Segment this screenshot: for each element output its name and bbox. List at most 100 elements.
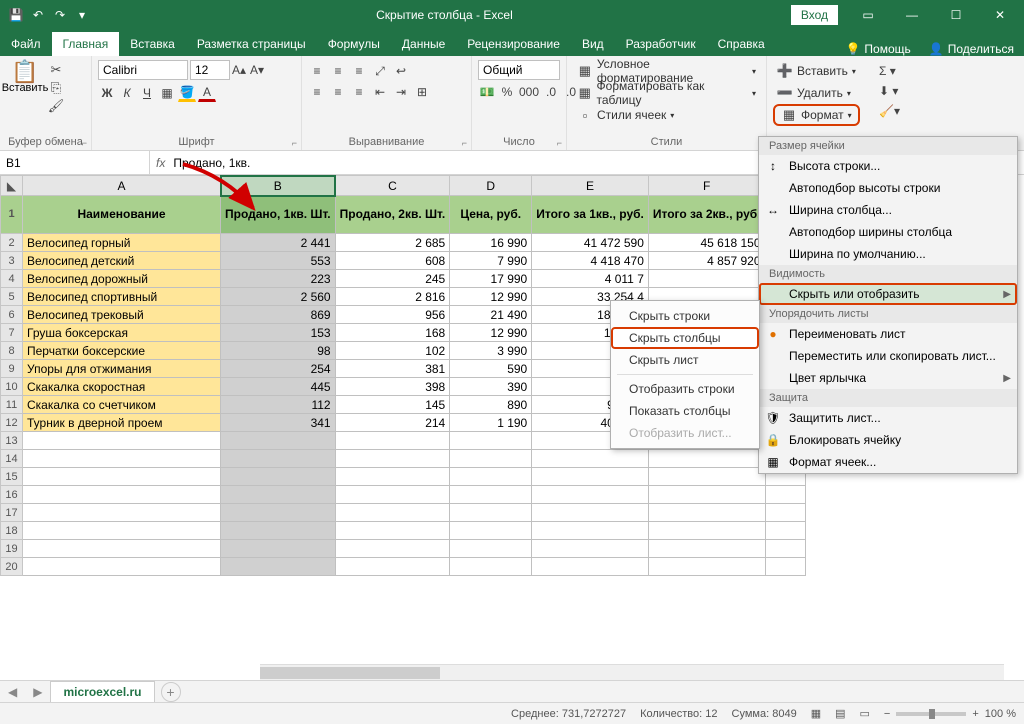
submenu-unhide-columns[interactable]: Показать столбцы — [611, 400, 759, 422]
ribbon-display-icon[interactable]: ▭ — [848, 1, 888, 29]
cell[interactable]: 16 990 — [450, 234, 532, 252]
cell[interactable]: Итого за 1кв., руб. — [532, 196, 649, 234]
cell[interactable]: 390 — [450, 378, 532, 396]
increase-indent-icon[interactable]: ⇥ — [392, 83, 410, 101]
orientation-icon[interactable]: ⤢ — [371, 62, 389, 80]
align-bottom-icon[interactable]: ≡ — [350, 62, 368, 80]
formula-bar[interactable]: Продано, 1кв. — [173, 156, 250, 170]
menu-protect-sheet[interactable]: 🛡Защитить лист... — [759, 407, 1017, 429]
col-header-d[interactable]: D — [450, 176, 532, 196]
cell[interactable]: 341 — [221, 414, 336, 432]
menu-tab-color[interactable]: Цвет ярлычка▶ — [759, 367, 1017, 389]
cell[interactable] — [23, 522, 221, 540]
tab-file[interactable]: Файл — [0, 32, 52, 56]
cell-styles-button[interactable]: ▫Стили ячеек▾ — [573, 104, 678, 126]
cell[interactable] — [221, 558, 336, 576]
cell[interactable] — [335, 504, 450, 522]
underline-button[interactable]: Ч — [138, 84, 156, 102]
cell[interactable]: Турник в дверной проем — [23, 414, 221, 432]
cell[interactable]: 1 190 — [450, 414, 532, 432]
cell[interactable]: 45 618 150 — [648, 234, 765, 252]
cell[interactable]: 4 418 470 — [532, 252, 649, 270]
row-header[interactable]: 19 — [1, 540, 23, 558]
view-normal-icon[interactable]: ▦ — [811, 707, 821, 720]
fill-icon[interactable]: ⬇ ▾ — [878, 82, 899, 100]
cell[interactable] — [221, 432, 336, 450]
cell[interactable]: 2 560 — [221, 288, 336, 306]
row-header[interactable]: 12 — [1, 414, 23, 432]
format-painter-icon[interactable]: 🖌 — [48, 98, 64, 114]
menu-autofit-col[interactable]: Автоподбор ширины столбца — [759, 221, 1017, 243]
fx-icon[interactable]: fx — [156, 156, 165, 170]
row-header[interactable]: 3 — [1, 252, 23, 270]
cell[interactable] — [648, 468, 765, 486]
cell[interactable]: 223 — [221, 270, 336, 288]
cell[interactable]: 4 857 920 — [648, 252, 765, 270]
percent-icon[interactable]: % — [498, 83, 516, 101]
menu-lock-cell[interactable]: 🔒Блокировать ячейку — [759, 429, 1017, 451]
cell[interactable] — [532, 558, 649, 576]
border-icon[interactable]: ▦ — [158, 84, 176, 102]
name-box[interactable]: B1 — [0, 151, 150, 174]
cell[interactable] — [450, 522, 532, 540]
cell[interactable] — [648, 504, 765, 522]
cell[interactable]: Перчатки боксерские — [23, 342, 221, 360]
cell[interactable] — [221, 486, 336, 504]
cell[interactable]: Упоры для отжимания — [23, 360, 221, 378]
cell[interactable] — [450, 558, 532, 576]
menu-rename-sheet[interactable]: ●Переименовать лист — [759, 323, 1017, 345]
cell[interactable] — [221, 540, 336, 558]
format-as-table-button[interactable]: ▦Форматировать как таблицу▾ — [573, 82, 760, 104]
menu-row-height[interactable]: ↕Высота строки... — [759, 155, 1017, 177]
minimize-icon[interactable]: — — [892, 1, 932, 29]
delete-cells-button[interactable]: ➖Удалить▾ — [773, 82, 855, 104]
cell[interactable]: 3 990 — [450, 342, 532, 360]
cell[interactable] — [648, 540, 765, 558]
row-header[interactable]: 4 — [1, 270, 23, 288]
tab-layout[interactable]: Разметка страницы — [186, 32, 317, 56]
cell[interactable]: 2 441 — [221, 234, 336, 252]
row-header[interactable]: 8 — [1, 342, 23, 360]
zoom-slider[interactable]: −+ 100 % — [884, 708, 1016, 720]
italic-button[interactable]: К — [118, 84, 136, 102]
view-pagelayout-icon[interactable]: ▤ — [835, 707, 845, 720]
cell[interactable] — [648, 450, 765, 468]
cell[interactable]: 869 — [221, 306, 336, 324]
submenu-unhide-rows[interactable]: Отобразить строки — [611, 378, 759, 400]
row-header[interactable]: 5 — [1, 288, 23, 306]
redo-icon[interactable]: ↷ — [52, 7, 68, 23]
cell[interactable]: 245 — [335, 270, 450, 288]
cell[interactable]: Цена, руб. — [450, 196, 532, 234]
col-header-e[interactable]: E — [532, 176, 649, 196]
select-all-corner[interactable]: ◣ — [1, 176, 23, 196]
cell[interactable]: 102 — [335, 342, 450, 360]
font-size[interactable]: 12 — [190, 60, 230, 80]
maximize-icon[interactable]: ☐ — [936, 1, 976, 29]
increase-font-icon[interactable]: A▴ — [230, 61, 248, 79]
align-top-icon[interactable]: ≡ — [308, 62, 326, 80]
add-sheet-button[interactable]: + — [161, 682, 181, 702]
cell[interactable]: Велосипед детский — [23, 252, 221, 270]
cell[interactable] — [335, 540, 450, 558]
cell[interactable]: Итого за 2кв., руб. — [648, 196, 765, 234]
cell[interactable]: Продано, 2кв. Шт. — [335, 196, 450, 234]
tab-insert[interactable]: Вставка — [119, 32, 186, 56]
cell[interactable] — [23, 558, 221, 576]
col-header-a[interactable]: A — [23, 176, 221, 196]
cell[interactable] — [765, 540, 805, 558]
save-icon[interactable]: 💾 — [8, 7, 24, 23]
cell[interactable]: 214 — [335, 414, 450, 432]
cell[interactable]: Велосипед дорожный — [23, 270, 221, 288]
cut-icon[interactable]: ✂ — [48, 62, 64, 78]
cell[interactable] — [532, 540, 649, 558]
menu-hide-unhide[interactable]: Скрыть или отобразить▶ — [759, 283, 1017, 305]
cell[interactable]: Велосипед спортивный — [23, 288, 221, 306]
copy-icon[interactable]: ⎘ — [48, 80, 64, 96]
cell[interactable]: 398 — [335, 378, 450, 396]
row-header[interactable]: 16 — [1, 486, 23, 504]
align-left-icon[interactable]: ≡ — [308, 83, 326, 101]
menu-format-cells[interactable]: ▦Формат ячеек... — [759, 451, 1017, 473]
cell[interactable] — [23, 540, 221, 558]
cell[interactable]: 381 — [335, 360, 450, 378]
cell[interactable]: 145 — [335, 396, 450, 414]
